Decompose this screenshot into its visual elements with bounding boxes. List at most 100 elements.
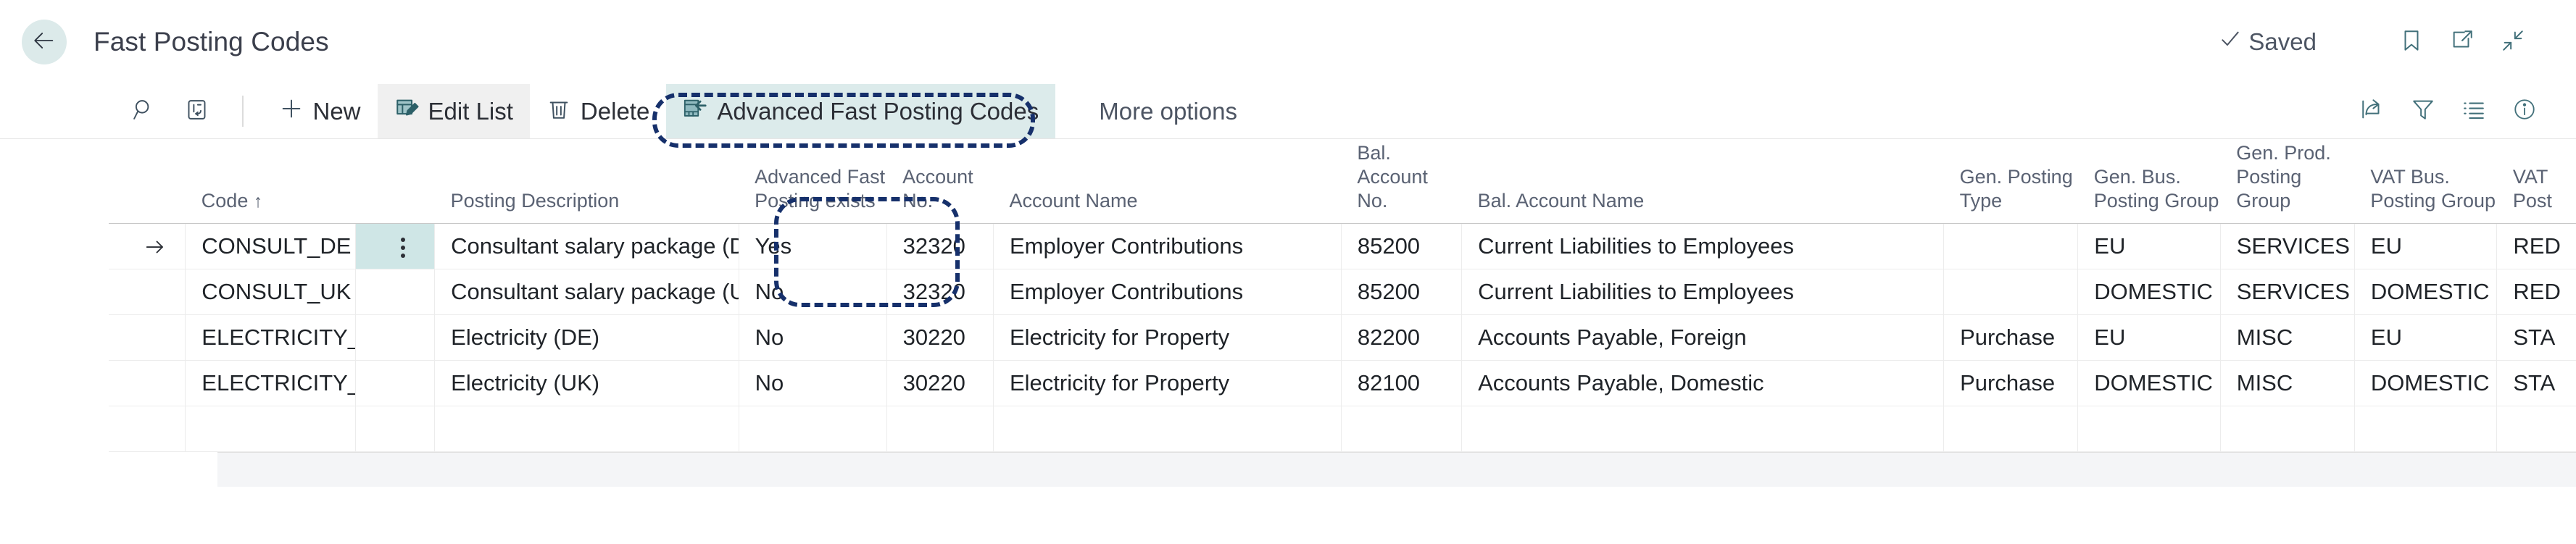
cell-gen-bus-posting-group[interactable]: DOMESTIC xyxy=(2077,269,2221,315)
cell-bal-account-no[interactable]: 82100 xyxy=(1341,360,1463,406)
cell-account-name[interactable]: Employer Contributions xyxy=(993,269,1342,315)
cell-vat-prod-posting-group[interactable]: STA xyxy=(2496,314,2576,361)
list-view-button[interactable] xyxy=(2448,86,2499,137)
delete-label: Delete xyxy=(580,97,650,125)
cell-gen-bus-posting-group[interactable]: DOMESTIC xyxy=(2077,360,2221,406)
cell-gen-posting-type[interactable]: Purchase xyxy=(1943,314,2079,361)
filter-button[interactable] xyxy=(2398,86,2448,137)
fast-posting-codes-page: Fast Posting Codes Saved New Edit List D… xyxy=(0,0,2576,544)
column-header-account-no[interactable]: Account No. xyxy=(886,139,994,224)
cell-advanced-exists[interactable]: No xyxy=(739,314,887,361)
cell-vat-bus-posting-group[interactable]: DOMESTIC xyxy=(2354,269,2498,315)
cell-gen-bus-posting-group[interactable] xyxy=(2077,406,2221,452)
cell-gen-posting-type[interactable] xyxy=(1943,223,2079,269)
cell-bal-account-no[interactable]: 85200 xyxy=(1341,269,1463,315)
cell-account-name[interactable] xyxy=(993,406,1342,452)
page-titlebar: Fast Posting Codes Saved xyxy=(0,0,2576,84)
cell-vat-bus-posting-group[interactable]: EU xyxy=(2354,314,2498,361)
column-header-gen-posting-type[interactable]: Gen. Posting Type xyxy=(1943,139,2078,224)
open-in-new-window-button[interactable] xyxy=(2437,17,2488,67)
cell-posting-description[interactable]: Consultant salary package (DE) xyxy=(434,223,739,269)
cell-account-no[interactable]: 30220 xyxy=(886,360,994,406)
column-header-vat-prod-posting-group[interactable]: VAT Post xyxy=(2496,139,2576,224)
table-row[interactable]: CONSULT_UK Consultant salary package (UK… xyxy=(109,269,2576,315)
cell-posting-description[interactable]: Electricity (DE) xyxy=(434,314,739,361)
cell-account-name[interactable]: Electricity for Property xyxy=(993,360,1342,406)
cell-code[interactable]: CONSULT_UK xyxy=(185,269,356,315)
cell-bal-account-name[interactable]: Current Liabilities to Employees xyxy=(1461,223,1945,269)
cell-gen-bus-posting-group[interactable]: EU xyxy=(2077,314,2221,361)
cell-bal-account-no[interactable] xyxy=(1341,406,1463,452)
new-record-row[interactable] xyxy=(109,406,2576,452)
cell-gen-posting-type[interactable]: Purchase xyxy=(1943,360,2079,406)
bookmark-button[interactable] xyxy=(2386,17,2437,67)
search-button[interactable] xyxy=(116,84,170,138)
cell-gen-prod-posting-group[interactable]: SERVICES xyxy=(2220,269,2355,315)
collapse-window-button[interactable] xyxy=(2488,17,2538,67)
row-menu-button[interactable] xyxy=(355,314,436,361)
cell-gen-prod-posting-group[interactable]: MISC xyxy=(2220,314,2355,361)
column-header-code[interactable]: Code ↑ xyxy=(185,139,356,224)
cell-gen-prod-posting-group[interactable]: SERVICES xyxy=(2220,223,2355,269)
cell-advanced-exists[interactable]: Yes xyxy=(739,223,887,269)
cell-posting-description[interactable] xyxy=(434,406,739,452)
back-button[interactable] xyxy=(22,20,67,64)
cell-advanced-exists[interactable] xyxy=(739,406,887,452)
cell-code[interactable] xyxy=(185,406,356,452)
cell-vat-prod-posting-group[interactable]: STA xyxy=(2496,360,2576,406)
cell-code[interactable]: CONSULT_DE xyxy=(185,223,356,269)
cell-bal-account-no[interactable]: 82200 xyxy=(1341,314,1463,361)
cell-bal-account-name[interactable]: Current Liabilities to Employees xyxy=(1461,269,1945,315)
new-button[interactable]: New xyxy=(262,84,378,138)
cell-gen-bus-posting-group[interactable]: EU xyxy=(2077,223,2221,269)
cell-vat-prod-posting-group[interactable] xyxy=(2496,406,2576,452)
cell-posting-description[interactable]: Consultant salary package (UK) xyxy=(434,269,739,315)
cell-vat-bus-posting-group[interactable]: DOMESTIC xyxy=(2354,360,2498,406)
cell-advanced-exists[interactable]: No xyxy=(739,360,887,406)
column-header-bal-account-name[interactable]: Bal. Account Name xyxy=(1461,139,1944,224)
cell-advanced-exists[interactable]: No xyxy=(739,269,887,315)
cell-code[interactable]: ELECTRICITY_DE xyxy=(185,314,356,361)
row-menu-button[interactable] xyxy=(355,360,436,406)
cell-bal-account-no[interactable]: 85200 xyxy=(1341,223,1463,269)
edit-list-button[interactable]: Edit List xyxy=(377,84,530,138)
cell-account-no[interactable]: 32320 xyxy=(886,269,994,315)
cell-gen-posting-type[interactable] xyxy=(1943,269,2079,315)
cell-account-name[interactable]: Employer Contributions xyxy=(993,223,1342,269)
cell-account-no[interactable] xyxy=(886,406,994,452)
column-header-account-name[interactable]: Account Name xyxy=(993,139,1342,224)
cell-account-no[interactable]: 30220 xyxy=(886,314,994,361)
info-button[interactable] xyxy=(2499,86,2550,137)
more-options-button[interactable]: More options xyxy=(1079,84,1258,138)
delete-button[interactable]: Delete xyxy=(530,84,666,138)
column-header-advanced-fast-posting-exists[interactable]: Advanced Fast Posting exists xyxy=(739,139,887,224)
column-header-gen-prod-posting-group[interactable]: Gen. Prod. Posting Group xyxy=(2220,139,2355,224)
column-header-vat-bus-posting-group[interactable]: VAT Bus. Posting Group xyxy=(2354,139,2497,224)
cell-account-name[interactable]: Electricity for Property xyxy=(993,314,1342,361)
open-in-card-button[interactable] xyxy=(170,84,223,138)
column-header-posting-description[interactable]: Posting Description xyxy=(434,139,739,224)
cell-gen-prod-posting-group[interactable]: MISC xyxy=(2220,360,2355,406)
cell-posting-description[interactable]: Electricity (UK) xyxy=(434,360,739,406)
cell-bal-account-name[interactable]: Accounts Payable, Domestic xyxy=(1461,360,1945,406)
advanced-fast-posting-codes-button[interactable]: Advanced Fast Posting Codes xyxy=(666,84,1056,138)
column-header-bal-account-no[interactable]: Bal. Account No. xyxy=(1341,139,1462,224)
cell-code[interactable]: ELECTRICITY_UK xyxy=(185,360,356,406)
cell-bal-account-name[interactable] xyxy=(1461,406,1945,452)
cell-account-no[interactable]: 32320 xyxy=(886,223,994,269)
cell-vat-prod-posting-group[interactable]: RED xyxy=(2496,223,2576,269)
cell-gen-posting-type[interactable] xyxy=(1943,406,2079,452)
table-row[interactable]: ELECTRICITY_DE Electricity (DE) No 30220… xyxy=(109,314,2576,361)
cell-vat-bus-posting-group[interactable] xyxy=(2354,406,2498,452)
table-row[interactable]: CONSULT_DE Consultant salary package (DE… xyxy=(109,223,2576,269)
share-button[interactable] xyxy=(2347,86,2398,137)
cell-vat-prod-posting-group[interactable]: RED xyxy=(2496,269,2576,315)
row-menu-button[interactable] xyxy=(355,223,436,269)
row-menu-button[interactable] xyxy=(355,269,436,315)
row-menu-button[interactable] xyxy=(355,406,436,452)
column-header-gen-bus-posting-group[interactable]: Gen. Bus. Posting Group xyxy=(2077,139,2221,224)
cell-bal-account-name[interactable]: Accounts Payable, Foreign xyxy=(1461,314,1945,361)
table-row[interactable]: ELECTRICITY_UK Electricity (UK) No 30220… xyxy=(109,360,2576,406)
cell-gen-prod-posting-group[interactable] xyxy=(2220,406,2355,452)
cell-vat-bus-posting-group[interactable]: EU xyxy=(2354,223,2498,269)
